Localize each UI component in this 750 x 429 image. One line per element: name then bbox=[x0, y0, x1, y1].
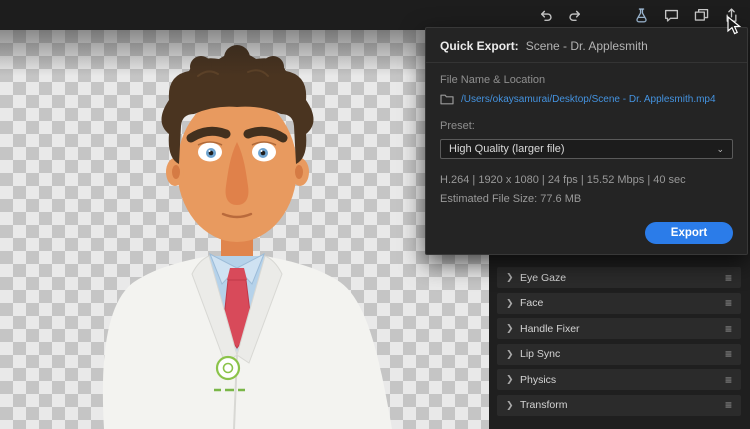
character-illustration bbox=[102, 45, 393, 429]
scene-canvas[interactable] bbox=[0, 30, 489, 429]
top-toolbar bbox=[0, 0, 750, 30]
preset-label: Preset: bbox=[440, 120, 475, 132]
section-menu-icon[interactable]: ≡ bbox=[725, 374, 732, 386]
section-lip-sync[interactable]: ❯ Lip Sync ≡ bbox=[497, 343, 741, 365]
chevron-right-icon[interactable]: ❯ bbox=[506, 323, 520, 334]
section-label: Physics bbox=[520, 373, 557, 386]
section-label: Eye Gaze bbox=[520, 271, 567, 284]
share-icon[interactable] bbox=[720, 4, 742, 26]
file-location-label: File Name & Location bbox=[440, 74, 546, 86]
undo-icon[interactable] bbox=[534, 4, 556, 26]
section-label: Face bbox=[520, 297, 544, 309]
section-transform[interactable]: ❯ Transform ≡ bbox=[497, 394, 741, 416]
quick-export-body: File Name & Location /Users/okaysamurai/… bbox=[426, 63, 747, 205]
flask-icon[interactable] bbox=[630, 4, 652, 26]
section-menu-icon[interactable]: ≡ bbox=[725, 399, 732, 411]
section-face[interactable]: ❯ Face ≡ bbox=[497, 292, 741, 314]
frames-icon[interactable] bbox=[690, 4, 712, 26]
chevron-right-icon[interactable]: ❯ bbox=[506, 400, 520, 411]
estimated-file-size: Estimated File Size: 77.6 MB bbox=[440, 193, 582, 205]
section-label: Handle Fixer bbox=[520, 322, 580, 335]
quick-export-scene-name: Scene - Dr. Applesmith bbox=[525, 39, 648, 53]
preset-dropdown[interactable]: High Quality (larger file) ⌄ bbox=[440, 139, 733, 159]
redo-icon[interactable] bbox=[564, 4, 586, 26]
section-eye-gaze[interactable]: ❯ Eye Gaze ≡ bbox=[497, 267, 741, 288]
quick-export-panel: Quick Export: Scene - Dr. Applesmith Fil… bbox=[425, 27, 748, 255]
chevron-down-icon: ⌄ bbox=[716, 143, 724, 154]
chevron-right-icon[interactable]: ❯ bbox=[506, 272, 520, 283]
section-menu-icon[interactable]: ≡ bbox=[725, 323, 732, 335]
section-menu-icon[interactable]: ≡ bbox=[725, 297, 732, 309]
behavior-section-list: ❯ Eye Gaze ≡ ❯ Face ≡ ❯ Handle Fixer ≡ ❯… bbox=[497, 267, 741, 416]
section-label: Lip Sync bbox=[520, 348, 561, 360]
file-path-link[interactable]: /Users/okaysamurai/Desktop/Scene - Dr. A… bbox=[461, 94, 716, 105]
quick-export-title: Quick Export: bbox=[440, 39, 519, 53]
section-menu-icon[interactable]: ≡ bbox=[725, 272, 732, 284]
section-handle-fixer[interactable]: ❯ Handle Fixer ≡ bbox=[497, 318, 741, 339]
section-label: Transform bbox=[520, 399, 568, 411]
export-button[interactable]: Export bbox=[645, 222, 733, 244]
comment-icon[interactable] bbox=[660, 4, 682, 26]
app-window: ❯ Eye Gaze ≡ ❯ Face ≡ ❯ Handle Fixer ≡ ❯… bbox=[0, 0, 750, 429]
chevron-right-icon[interactable]: ❯ bbox=[506, 349, 520, 360]
preset-value: High Quality (larger file) bbox=[449, 143, 565, 155]
section-menu-icon[interactable]: ≡ bbox=[725, 348, 732, 360]
quick-export-header: Quick Export: Scene - Dr. Applesmith bbox=[426, 28, 747, 63]
file-path-row: /Users/okaysamurai/Desktop/Scene - Dr. A… bbox=[440, 93, 733, 105]
chevron-right-icon[interactable]: ❯ bbox=[506, 374, 520, 385]
folder-icon bbox=[440, 94, 454, 105]
chevron-right-icon[interactable]: ❯ bbox=[506, 298, 520, 309]
section-physics[interactable]: ❯ Physics ≡ bbox=[497, 369, 741, 390]
export-specs: H.264 | 1920 x 1080 | 24 fps | 15.52 Mbp… bbox=[440, 174, 686, 186]
